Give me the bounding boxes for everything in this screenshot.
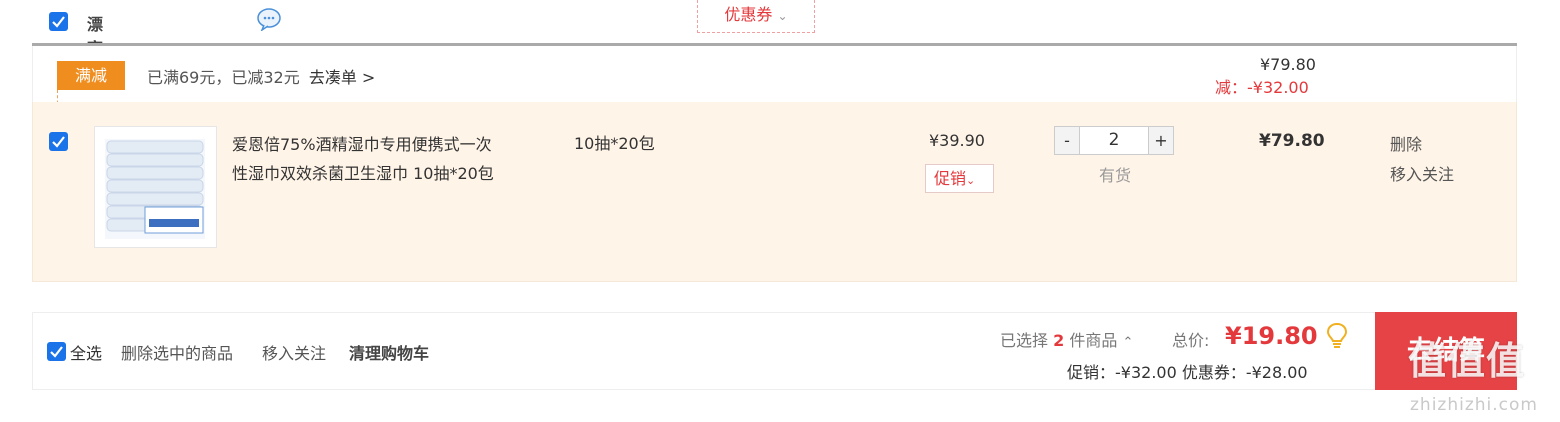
wipes-pack-image — [105, 139, 205, 239]
selected-count: 2 — [1053, 331, 1065, 350]
check-icon — [52, 16, 65, 28]
check-icon — [52, 136, 65, 148]
promo-sum-discount: 减：-¥32.00 — [1215, 78, 1309, 97]
lightbulb-icon[interactable] — [1326, 322, 1348, 354]
product-title[interactable]: 爱恩倍75%酒精湿巾专用便携式一次 性湿巾双效杀菌卫生湿巾 10抽*20包 — [232, 130, 542, 188]
select-all-label[interactable]: 全选 — [70, 340, 102, 364]
item-checkbox[interactable] — [49, 132, 68, 151]
shop-checkbox[interactable] — [49, 12, 68, 31]
promo-text: 已满69元，已减32元 去凑单 > — [147, 64, 375, 88]
selected-prefix: 已选择 — [1000, 331, 1049, 350]
coupon-dropdown-button[interactable]: 优惠券 ⌄ — [697, 0, 815, 33]
check-icon — [50, 346, 63, 358]
delete-selected-link[interactable]: 删除选中的商品 — [121, 340, 233, 364]
move-to-favorites-link[interactable]: 移入关注 — [1390, 161, 1454, 185]
clear-cart-link[interactable]: 清理购物车 — [349, 340, 429, 364]
decrease-quantity-button[interactable]: - — [1055, 127, 1080, 154]
product-spec: 10抽*20包 — [574, 134, 655, 153]
stock-status: 有货 — [1099, 166, 1132, 185]
selected-suffix: 件商品 — [1069, 331, 1118, 350]
select-all-checkbox[interactable] — [47, 342, 66, 361]
product-thumbnail[interactable] — [94, 126, 217, 248]
chat-bubble-icon[interactable] — [256, 7, 282, 35]
unit-price: ¥39.90 — [929, 131, 985, 150]
product-title-line: 爱恩倍75%酒精湿巾专用便携式一次 — [232, 135, 492, 154]
increase-quantity-button[interactable]: + — [1148, 127, 1173, 154]
watermark-url: zhizhizhi.com — [1410, 395, 1538, 415]
chevron-up-icon: ⌃ — [1122, 335, 1134, 350]
promo-sum-price: ¥79.80 — [1260, 55, 1316, 74]
promotion-dropdown[interactable]: 促销⌄ — [925, 164, 994, 193]
add-items-link[interactable]: 去凑单 > — [309, 68, 376, 87]
chevron-down-icon: ⌄ — [777, 9, 788, 23]
selected-summary[interactable]: 已选择 2 件商品 ⌃ — [1000, 327, 1133, 351]
cart-item-row — [32, 102, 1517, 282]
total-label: 总价: — [1172, 331, 1210, 350]
promotion-label: 促销 — [934, 169, 967, 188]
quantity-input[interactable]: 2 — [1080, 127, 1148, 154]
promo-tag: 满减 — [57, 61, 125, 90]
watermark-logo: 值值值 — [1408, 339, 1526, 383]
product-title-line: 性湿巾双效杀菌卫生湿巾 10抽*20包 — [232, 164, 494, 183]
chevron-down-icon: ⌄ — [966, 174, 976, 187]
coupon-label: 优惠券 — [724, 5, 773, 24]
item-subtotal: ¥79.80 — [1259, 131, 1325, 151]
discount-breakdown: 促销：-¥32.00 优惠券：-¥28.00 — [1067, 363, 1308, 382]
delete-item-link[interactable]: 删除 — [1390, 131, 1422, 155]
promo-status: 已满69元，已减32元 — [147, 68, 300, 87]
move-selected-to-favorites-link[interactable]: 移入关注 — [262, 340, 326, 364]
total-price: ¥19.80 — [1225, 322, 1318, 350]
quantity-stepper[interactable]: - 2 + — [1054, 126, 1174, 155]
